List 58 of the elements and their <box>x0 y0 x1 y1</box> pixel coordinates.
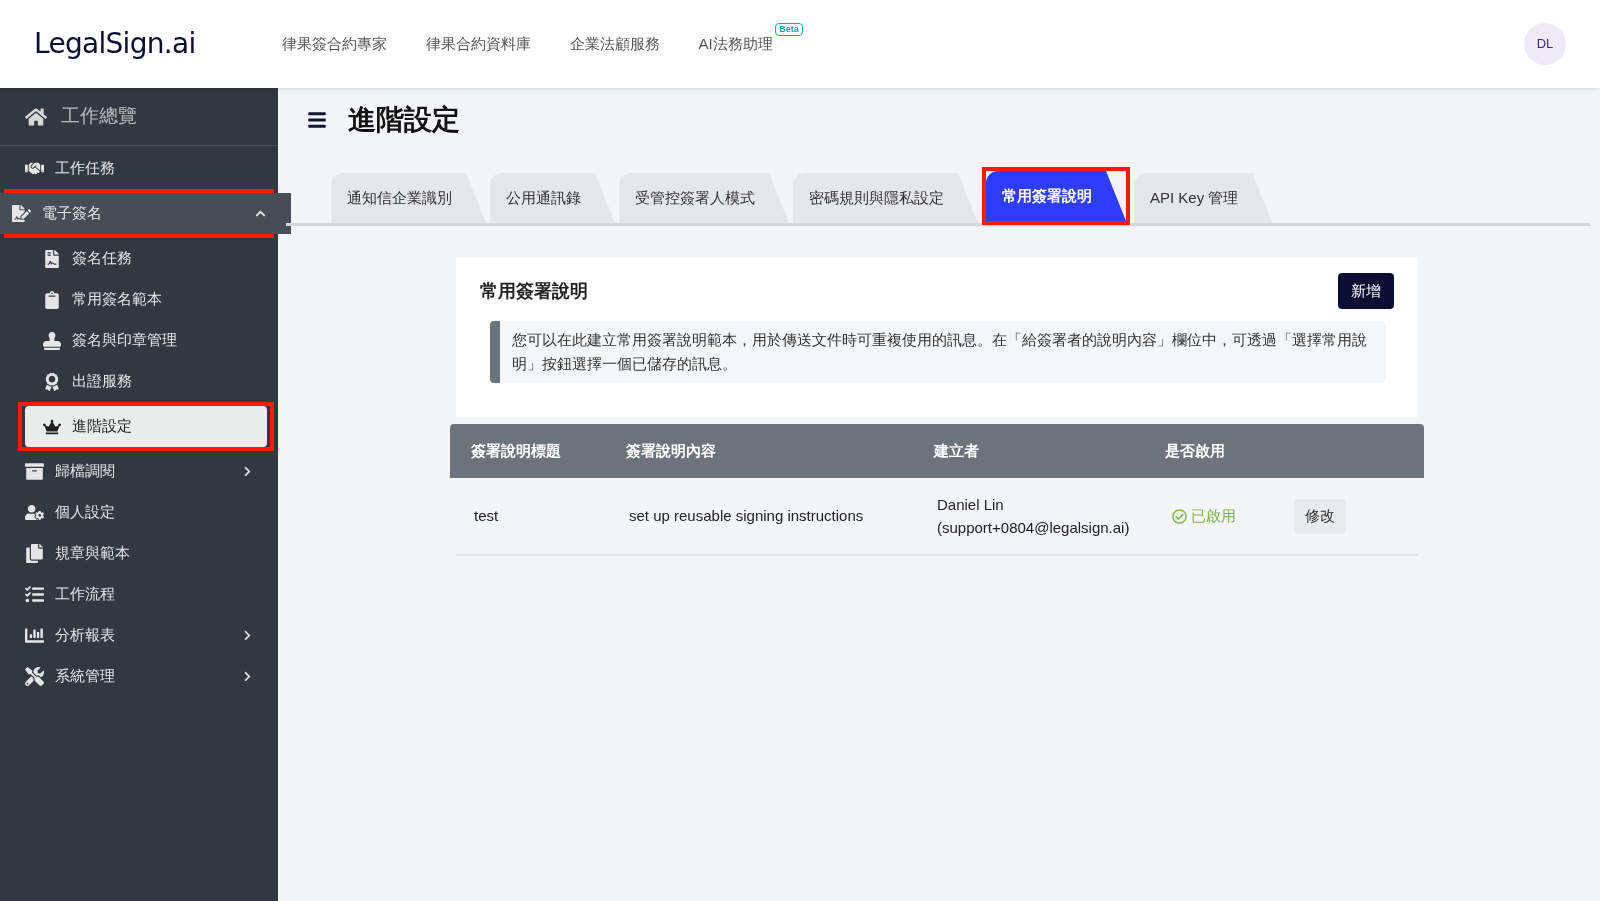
bar-chart-icon <box>25 626 44 645</box>
tools-icon <box>25 667 44 686</box>
sidebar-home-link[interactable]: 工作總覽 <box>61 102 137 131</box>
sidebar-item[interactable]: 歸檔調閱 <box>0 451 278 492</box>
nav-link[interactable]: 律果簽合約專家 <box>281 32 387 56</box>
column-header: 簽署說明標題 <box>471 440 562 461</box>
chevron-up-icon <box>255 208 266 219</box>
table-cell-text: set up reusable signing instructions <box>629 505 865 526</box>
column-header: 建立者 <box>934 440 980 461</box>
copy-icon <box>25 544 44 563</box>
tab[interactable]: API Key 管理 <box>1134 173 1273 223</box>
page-title: 進階設定 <box>348 103 460 137</box>
sidebar-subitem[interactable]: 簽名與印章管理 <box>0 320 278 361</box>
user-gear-icon <box>25 503 44 522</box>
info-note: 您可以在此建立常用簽署說明範本，用於傳送文件時可重複使用的訊息。在「給簽署者的說明內容」欄位中，可透過「選擇常用說明」按鈕選擇一個已儲存的訊息。 <box>490 321 1386 383</box>
sidebar-subitem[interactable]: 常用簽名範本 <box>0 279 278 320</box>
sidebar-item[interactable]: 工作流程 <box>0 574 278 615</box>
menu-icon[interactable] <box>307 110 327 130</box>
sidebar-item[interactable]: 工作任務 <box>0 148 278 189</box>
column-header: 簽署說明內容 <box>626 440 717 461</box>
card-title: 常用簽署說明 <box>480 279 588 303</box>
clipboard-icon <box>43 290 61 309</box>
tab[interactable]: 受管控簽署人模式 <box>619 173 789 223</box>
sidebar-item[interactable]: 個人設定 <box>0 492 278 533</box>
add-button[interactable]: 新增 <box>1338 273 1394 309</box>
status-label: 已啟用 <box>1191 505 1236 526</box>
document-icon <box>43 249 61 268</box>
sidebar-subitem[interactable]: 簽名任務 <box>0 238 278 279</box>
nav-link[interactable]: 企業法顧服務 <box>569 32 660 56</box>
crown-icon <box>43 417 61 436</box>
logo[interactable]: LegalSign.ai <box>34 23 196 65</box>
column-header: 是否啟用 <box>1165 440 1226 461</box>
nav-link[interactable]: 律果合約資料庫 <box>425 32 531 56</box>
edit-button[interactable]: 修改 <box>1294 498 1346 534</box>
stamp-icon <box>43 331 61 350</box>
sidebar-subitem[interactable]: 進階設定 <box>25 406 267 447</box>
sidebar-item[interactable]: 規章與範本 <box>0 533 278 574</box>
tab[interactable]: 常用簽署說明 <box>986 171 1126 221</box>
table-cell-text: test <box>474 505 500 526</box>
tab[interactable]: 通知信企業識別 <box>331 173 486 223</box>
sidebar-item[interactable]: 分析報表 <box>0 615 278 656</box>
home-icon <box>25 105 47 128</box>
tab[interactable]: 密碼規則與隱私設定 <box>793 173 978 223</box>
tab[interactable]: 公用通訊錄 <box>490 173 615 223</box>
chevron-right-icon <box>242 466 253 477</box>
archive-box-icon <box>25 462 44 481</box>
ribbon-icon <box>43 372 61 391</box>
chevron-right-icon <box>242 630 253 641</box>
user-avatar[interactable]: DL <box>1524 23 1566 65</box>
table-cell-text: (support+0804@legalsign.ai) <box>937 518 1131 538</box>
pen-document-icon <box>12 204 31 223</box>
sidebar-subitem[interactable]: 出證服務 <box>0 361 278 402</box>
beta-badge: Beta <box>775 22 803 36</box>
table-cell-text: Daniel Lin <box>937 495 1005 515</box>
sidebar-item[interactable]: 電子簽名 <box>0 193 291 234</box>
sidebar-item[interactable]: 系統管理 <box>0 656 278 697</box>
checklist-icon <box>25 585 44 604</box>
chevron-right-icon <box>242 671 253 682</box>
